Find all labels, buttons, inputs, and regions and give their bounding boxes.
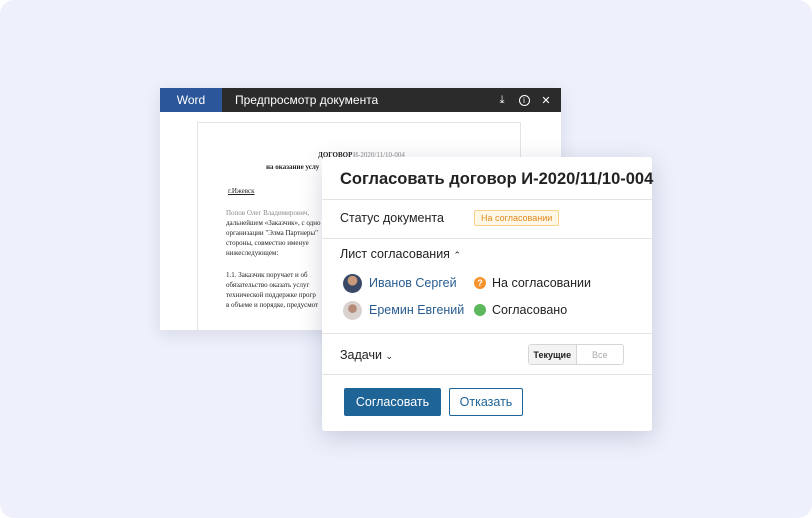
approver-status: Согласовано xyxy=(492,303,568,317)
approver-name[interactable]: Иванов Сергей xyxy=(369,276,457,290)
dot-icon xyxy=(474,304,486,316)
document-text-line: на оказание услу xyxy=(266,163,320,171)
approve-button[interactable]: Согласовать xyxy=(344,388,441,416)
approver-name[interactable]: Еремин Евгений xyxy=(369,303,464,317)
document-text-line: г.Ижевск xyxy=(228,187,255,195)
document-text-line: стороны, совместно именуе xyxy=(226,239,309,247)
status-label: Статус документа xyxy=(340,211,444,225)
document-text-line: организации "Элма Партнеры" xyxy=(226,229,318,237)
status-badge: На согласовании xyxy=(474,210,560,226)
chevron-up-icon: ⌃ xyxy=(453,250,461,260)
tab-all[interactable]: Все xyxy=(577,345,624,364)
document-text-line: технической поддержке прогр xyxy=(226,291,316,299)
document-text-line: обязательство оказать услуг xyxy=(226,281,310,289)
download-icon[interactable]: ⤓ xyxy=(491,94,513,107)
tasks-filter: Текущие Все xyxy=(528,344,624,365)
word-titlebar: Word Предпросмотр документа ⤓ i ✕ xyxy=(160,88,561,112)
reject-button[interactable]: Отказать xyxy=(449,388,523,416)
chevron-down-icon: ⌄ xyxy=(385,351,393,361)
close-icon[interactable]: ✕ xyxy=(535,94,557,107)
tab-current[interactable]: Текущие xyxy=(529,345,577,364)
approver-status: На согласовании xyxy=(492,276,591,290)
approval-dialog: Согласовать договор И-2020/11/10-004 Ста… xyxy=(322,157,654,431)
approval-list-label: Лист согласования xyxy=(340,247,450,261)
document-text-line: нижеследующем: xyxy=(226,249,279,257)
question-icon: ? xyxy=(474,277,486,289)
document-text-line: дальнейшем «Заказчик», с одно xyxy=(226,219,321,227)
approval-list-toggle[interactable]: Лист согласования ⌃ xyxy=(340,247,461,261)
tasks-label: Задачи xyxy=(340,348,382,362)
document-text-line: 1.1. Заказчик поручает и об xyxy=(226,271,308,279)
dialog-title: Согласовать договор И-2020/11/10-004 xyxy=(340,170,654,188)
document-text-line: Попов Олег Владимирович, xyxy=(226,209,310,217)
avatar xyxy=(343,301,362,320)
info-icon[interactable]: i xyxy=(513,94,535,106)
tasks-toggle[interactable]: Задачи ⌄ xyxy=(340,348,393,362)
document-text-line: в объеме и порядке, предусмот xyxy=(226,301,319,309)
avatar xyxy=(343,274,362,293)
word-tab[interactable]: Word xyxy=(160,88,222,112)
window-title: Предпросмотр документа xyxy=(235,93,379,107)
